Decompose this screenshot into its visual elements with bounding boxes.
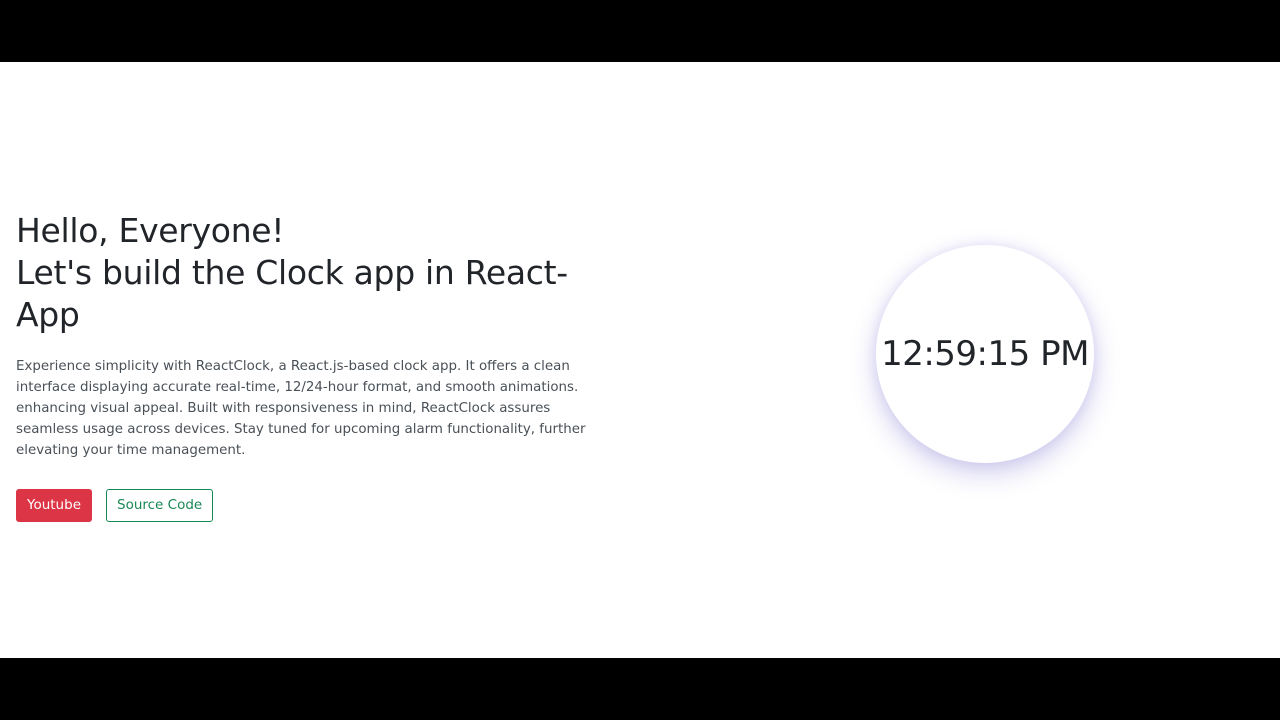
page: Hello, Everyone! Let's build the Clock a… <box>0 62 1280 658</box>
headline-line-3: App <box>16 295 80 334</box>
source-code-button[interactable]: Source Code <box>106 489 214 522</box>
clock-face: 12:59:15 PM <box>876 245 1094 463</box>
hero-section: Hello, Everyone! Let's build the Clock a… <box>16 210 596 522</box>
letterbox-bottom <box>0 658 1280 720</box>
hero-description: Experience simplicity with ReactClock, a… <box>16 359 586 458</box>
hero-actions: Youtube Source Code <box>16 489 596 522</box>
letterbox-top <box>0 0 1280 62</box>
page-title: Hello, Everyone! Let's build the Clock a… <box>16 210 596 336</box>
youtube-button[interactable]: Youtube <box>16 489 92 522</box>
headline-line-2: Let's build the Clock app in React- <box>16 253 568 292</box>
headline-greeting: Hello, Everyone! <box>16 211 285 250</box>
clock-time: 12:59:15 PM <box>881 334 1089 374</box>
